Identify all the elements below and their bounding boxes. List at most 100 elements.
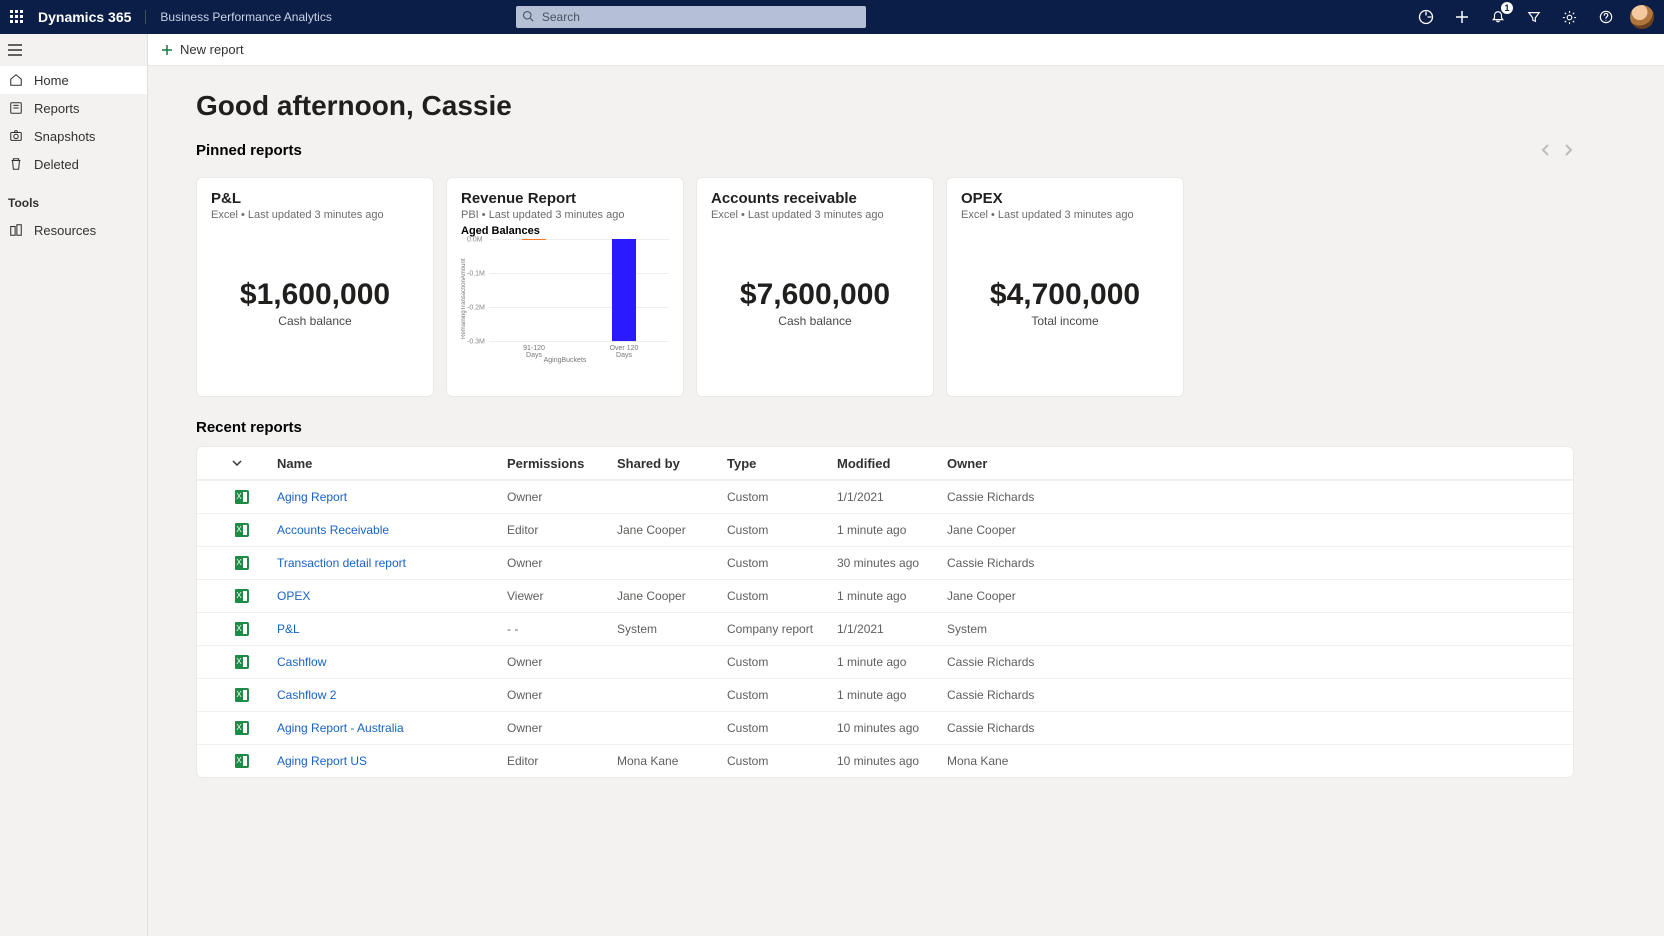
notifications-badge: 1 [1501, 2, 1513, 14]
cell-mod: 1/1/2021 [837, 622, 947, 636]
nav-resources[interactable]: Resources [0, 216, 147, 244]
card-title: Accounts receivable [711, 190, 919, 207]
card-pager [1540, 143, 1574, 162]
add-button[interactable] [1450, 5, 1474, 29]
nav-label: Deleted [34, 157, 79, 172]
table-header: Name Permissions Shared by Type Modified… [197, 447, 1573, 480]
top-actions: 1 [1414, 5, 1664, 29]
cell-mod: 1 minute ago [837, 688, 947, 702]
excel-icon [207, 490, 277, 504]
cell-mod: 10 minutes ago [837, 754, 947, 768]
report-link[interactable]: P&L [277, 622, 300, 636]
cell-mod: 30 minutes ago [837, 556, 947, 570]
cell-perm: Owner [507, 655, 617, 669]
pager-prev-icon[interactable] [1540, 143, 1550, 162]
notifications-button[interactable]: 1 [1486, 5, 1510, 29]
nav-toggle[interactable] [0, 34, 147, 66]
card-title: P&L [211, 190, 419, 207]
report-link[interactable]: Aging Report - Australia [277, 721, 404, 735]
filter-button[interactable] [1522, 5, 1546, 29]
cell-shared: System [617, 622, 727, 636]
cell-type: Custom [727, 655, 837, 669]
report-link[interactable]: Aging Report US [277, 754, 367, 768]
cell-type: Custom [727, 589, 837, 603]
pinned-card[interactable]: Accounts receivable Excel • Last updated… [696, 177, 934, 397]
resources-icon [8, 223, 24, 237]
report-link[interactable]: OPEX [277, 589, 310, 603]
settings-button[interactable] [1558, 5, 1582, 29]
report-link[interactable]: Accounts Receivable [277, 523, 389, 537]
table-row[interactable]: Accounts Receivable Editor Jane Cooper C… [197, 513, 1573, 546]
col-owner[interactable]: Owner [947, 456, 1147, 471]
target-icon[interactable] [1414, 5, 1438, 29]
table-row[interactable]: Aging Report US Editor Mona Kane Custom … [197, 744, 1573, 777]
report-link[interactable]: Cashflow [277, 655, 326, 669]
trash-icon [8, 157, 24, 171]
top-bar: Dynamics 365 Business Performance Analyt… [0, 0, 1664, 34]
user-avatar[interactable] [1630, 5, 1654, 29]
card-subtitle: Excel • Last updated 3 minutes ago [211, 209, 419, 221]
nav-reports[interactable]: Reports [0, 94, 147, 122]
cell-owner: Cassie Richards [947, 721, 1147, 735]
cell-mod: 10 minutes ago [837, 721, 947, 735]
table-row[interactable]: Aging Report Owner Custom 1/1/2021 Cassi… [197, 480, 1573, 513]
cell-type: Custom [727, 754, 837, 768]
excel-icon [207, 754, 277, 768]
nav-label: Reports [34, 101, 80, 116]
nav-section-tools: Tools [0, 178, 147, 216]
nav-snapshots[interactable]: Snapshots [0, 122, 147, 150]
app-title: Business Performance Analytics [145, 10, 331, 24]
col-shared[interactable]: Shared by [617, 456, 727, 471]
side-nav: Home Reports Snapshots Deleted Tools Res… [0, 34, 148, 936]
col-perm[interactable]: Permissions [507, 456, 617, 471]
new-report-button[interactable]: New report [160, 42, 244, 57]
table-row[interactable]: Cashflow Owner Custom 1 minute ago Cassi… [197, 645, 1573, 678]
col-name[interactable]: Name [277, 456, 507, 471]
card-subtitle: Excel • Last updated 3 minutes ago [961, 209, 1169, 221]
cell-type: Custom [727, 490, 837, 504]
search-input[interactable] [516, 6, 866, 28]
nav-home[interactable]: Home [0, 66, 147, 94]
table-row[interactable]: Transaction detail report Owner Custom 3… [197, 546, 1573, 579]
camera-icon [8, 129, 24, 143]
greeting: Good afternoon, Cassie [196, 90, 1574, 122]
help-button[interactable] [1594, 5, 1618, 29]
nav-label: Snapshots [34, 129, 95, 144]
sort-toggle[interactable] [207, 457, 277, 469]
nav-deleted[interactable]: Deleted [0, 150, 147, 178]
report-link[interactable]: Cashflow 2 [277, 688, 336, 702]
home-icon [8, 73, 24, 87]
app-launcher-button[interactable] [0, 10, 34, 24]
col-type[interactable]: Type [727, 456, 837, 471]
cell-type: Custom [727, 556, 837, 570]
cell-type: Custom [727, 523, 837, 537]
pinned-card[interactable]: OPEX Excel • Last updated 3 minutes ago$… [946, 177, 1184, 397]
report-link[interactable]: Transaction detail report [277, 556, 406, 570]
pinned-card[interactable]: Revenue Report PBI • Last updated 3 minu… [446, 177, 684, 397]
excel-icon [207, 523, 277, 537]
col-mod[interactable]: Modified [837, 456, 947, 471]
reports-icon [8, 101, 24, 115]
cell-owner: System [947, 622, 1147, 636]
table-row[interactable]: Cashflow 2 Owner Custom 1 minute ago Cas… [197, 678, 1573, 711]
excel-icon [207, 622, 277, 636]
cell-type: Custom [727, 688, 837, 702]
pinned-card[interactable]: P&L Excel • Last updated 3 minutes ago $1… [196, 177, 434, 397]
table-row[interactable]: OPEX Viewer Jane Cooper Custom 1 minute … [197, 579, 1573, 612]
table-row[interactable]: Aging Report - Australia Owner Custom 10… [197, 711, 1573, 744]
card-value: $1,600,000 [240, 278, 390, 312]
report-link[interactable]: Aging Report [277, 490, 347, 504]
cell-owner: Jane Cooper [947, 523, 1147, 537]
pager-next-icon[interactable] [1564, 143, 1574, 162]
cell-mod: 1 minute ago [837, 589, 947, 603]
card-caption: Cash balance [778, 314, 851, 328]
cell-type: Company report [727, 622, 837, 636]
cell-owner: Cassie Richards [947, 490, 1147, 504]
cell-perm: Editor [507, 523, 617, 537]
table-row[interactable]: P&L - - System Company report 1/1/2021 S… [197, 612, 1573, 645]
recent-title: Recent reports [196, 419, 1574, 436]
nav-label: Resources [34, 223, 96, 238]
card-title: OPEX [961, 190, 1169, 207]
nav-label: Home [34, 73, 69, 88]
recent-table: Name Permissions Shared by Type Modified… [196, 446, 1574, 778]
